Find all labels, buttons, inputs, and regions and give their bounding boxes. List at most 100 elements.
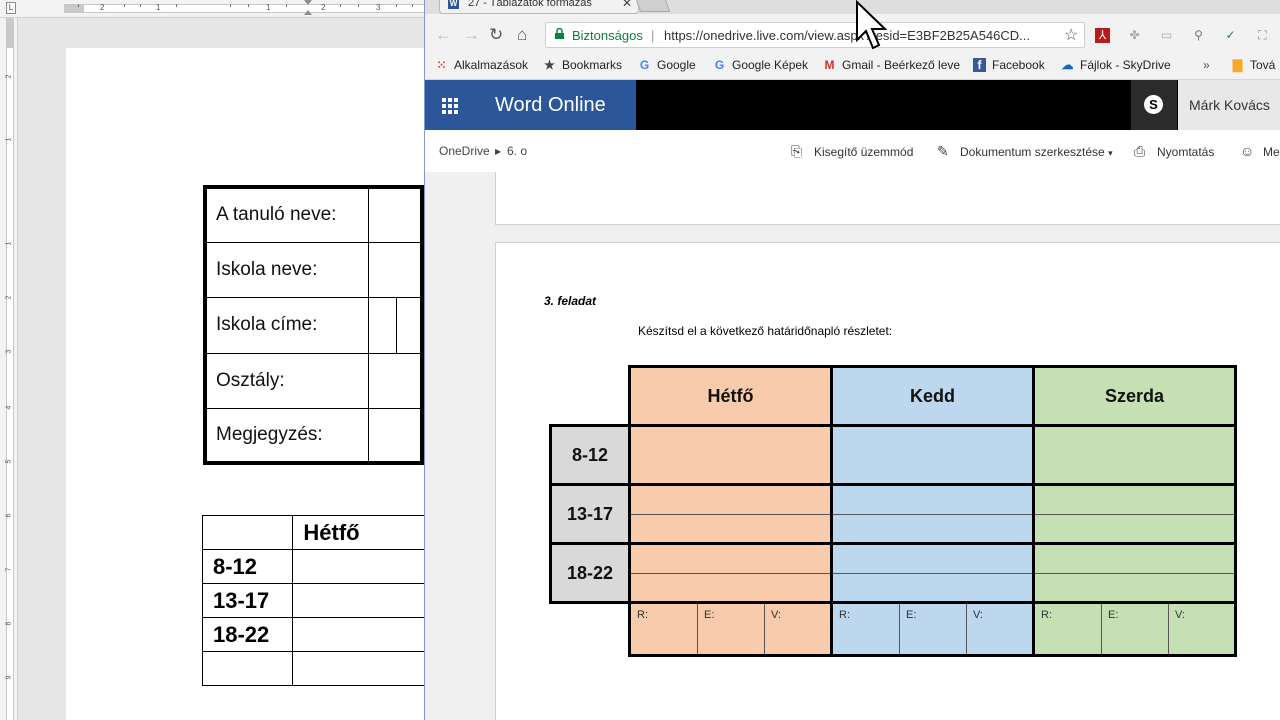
share-button[interactable]: ☺ Me	[1240, 143, 1280, 159]
pdf-extension-icon[interactable]: ⅄	[1095, 28, 1110, 43]
extension-icon[interactable]: ✤	[1127, 28, 1142, 43]
table-cell[interactable]	[292, 549, 424, 584]
waffle-dot	[454, 98, 458, 102]
review-label: V:	[973, 609, 983, 621]
back-arrow-icon[interactable]: ←	[435, 25, 452, 45]
table-cell[interactable]	[292, 651, 424, 686]
ruler-number: 8	[5, 621, 13, 626]
new-tab-button[interactable]	[633, 0, 671, 12]
table-cell-value[interactable]	[368, 186, 422, 243]
edit-document-button[interactable]: ✎ Dokumentum szerkesztése ▾	[937, 143, 1113, 160]
bookmarks-overflow-icon[interactable]: »	[1203, 58, 1210, 72]
previous-page	[495, 172, 1280, 225]
skype-button[interactable]: S	[1131, 80, 1177, 130]
indent-marker[interactable]	[304, 0, 312, 18]
bookmark-label: Bookmarks	[562, 58, 623, 72]
bookmark-folder[interactable]: ▇ Tová	[1231, 58, 1275, 72]
table-cell[interactable]	[201, 651, 294, 686]
time-slot-label: 18-22	[549, 542, 631, 604]
table-cell-label[interactable]: Iskola címe:	[204, 296, 370, 354]
forward-arrow-icon[interactable]: →	[463, 25, 480, 45]
reload-icon[interactable]: ↻	[489, 25, 503, 45]
bookmark-item[interactable]: G Google Képek	[713, 58, 808, 72]
student-info-table[interactable]: A tanuló neve: Iskola neve: Iskola címe:…	[203, 185, 424, 465]
ruler-number: 1	[156, 3, 161, 12]
table-cell[interactable]	[201, 515, 294, 550]
table-cell-time[interactable]: 13-17	[201, 583, 294, 618]
waffle-dot	[442, 104, 446, 108]
print-button[interactable]: ⎙ Nyomtatás	[1134, 143, 1214, 160]
review-cell: R: E: V:	[1032, 601, 1237, 657]
ruler-margin	[6, 18, 14, 48]
table-cell-value[interactable]	[368, 241, 422, 298]
app-name[interactable]: Word Online	[475, 80, 636, 130]
bookmark-item[interactable]: G Google	[638, 58, 696, 72]
close-tab-icon[interactable]: ✕	[622, 0, 632, 10]
bookmark-item[interactable]: M Gmail - Beérkező leve	[823, 58, 963, 72]
table-cell-value[interactable]	[368, 296, 422, 354]
table-cell-label[interactable]: Megjegyzés:	[204, 407, 370, 464]
lock-icon	[555, 28, 564, 39]
table-cell-value[interactable]	[368, 407, 422, 464]
breadcrumb-folder[interactable]: 6. o	[507, 144, 527, 158]
ruler-tick	[412, 4, 413, 7]
menu-extension-icon[interactable]: ⛶	[1255, 28, 1270, 43]
horizontal-ruler[interactable]: L 2 1 1 2 3	[0, 0, 424, 18]
user-account-button[interactable]: Márk Kovács	[1178, 80, 1280, 130]
address-bar[interactable]: Biztonságos | https://onedrive.live.com/…	[545, 22, 1085, 48]
browser-toolbar: ← → ↻ ⌂ Biztonságos | https://onedrive.l…	[425, 14, 1280, 52]
table-header-day[interactable]: Hétfő	[292, 515, 424, 550]
breadcrumb-onedrive[interactable]: OneDrive	[439, 144, 490, 158]
browser-window: W 27 - Táblázatok formázás ✕ ← → ↻ ⌂ Biz…	[424, 0, 1280, 720]
cast-icon[interactable]: ▭	[1159, 28, 1174, 43]
table-cell-time[interactable]: 8-12	[201, 549, 294, 584]
document-view-area[interactable]: 3. feladat Készítsd el a következő határ…	[425, 172, 1280, 720]
app-launcher-button[interactable]	[425, 80, 475, 130]
bookmark-item[interactable]: ☁ Fájlok - SkyDrive	[1061, 58, 1171, 72]
cell-divider	[1035, 573, 1234, 574]
ruler-number: 9	[5, 675, 13, 680]
waffle-dot	[442, 98, 446, 102]
table-cell-value[interactable]	[368, 352, 422, 409]
schedule-cell	[628, 542, 833, 604]
table-cell[interactable]	[292, 583, 424, 618]
facebook-icon: f	[973, 58, 986, 72]
check-extension-icon[interactable]: ✓	[1223, 28, 1238, 43]
bookmark-label: Gmail - Beérkező leve	[842, 58, 961, 72]
hanging-indent-icon[interactable]	[304, 10, 312, 15]
bookmark-label: Fájlok - SkyDrive	[1080, 58, 1171, 72]
tab-strip: W 27 - Táblázatok formázás ✕	[425, 0, 1280, 14]
table-cell-label[interactable]: Iskola neve:	[204, 241, 370, 298]
table-cell-time[interactable]: 18-22	[201, 617, 294, 652]
word-favicon-icon: W	[448, 0, 459, 9]
bookmark-star-icon[interactable]: ☆	[1064, 25, 1078, 45]
document-page[interactable]: 3. feladat Készítsd el a következő határ…	[495, 242, 1280, 720]
google-icon: G	[639, 58, 650, 72]
bookmark-label: Facebook	[992, 58, 1045, 72]
pin-extension-icon[interactable]: ⚲	[1191, 28, 1206, 43]
tab-title: 27 - Táblázatok formázás	[468, 0, 592, 9]
ruler-tick	[140, 4, 141, 7]
vertical-ruler[interactable]: 2 1 1 2 3 4 5 6 7 8 9	[0, 18, 18, 720]
accessibility-mode-button[interactable]: ⎘ Kisegítő üzemmód	[791, 143, 913, 160]
table-row: A tanuló neve:	[204, 186, 422, 243]
ruler-tick	[358, 4, 359, 7]
table-cell[interactable]	[292, 617, 424, 652]
ruler-number: 1	[266, 3, 271, 12]
word-desktop-window: L 2 1 1 2 3 2 1 1 2 3 4 5 6 7 8 9 A tanu…	[0, 0, 424, 720]
schedule-table-draft[interactable]: Hétfő 8-12 13-17 18-22	[201, 515, 424, 686]
bookmark-item[interactable]: ★ Bookmarks	[543, 58, 622, 72]
first-line-indent-icon[interactable]	[304, 0, 312, 5]
bookmark-item[interactable]: f Facebook	[973, 58, 1045, 72]
home-icon[interactable]: ⌂	[517, 25, 527, 45]
table-cell-label[interactable]: A tanuló neve:	[204, 186, 370, 243]
review-label: R:	[631, 604, 698, 654]
browser-tab-active[interactable]: W 27 - Táblázatok formázás ✕	[439, 0, 639, 14]
tab-selector[interactable]: L	[6, 2, 16, 14]
waffle-dot	[454, 104, 458, 108]
schedule-cell	[628, 424, 833, 486]
cell-divider	[833, 514, 1032, 515]
cell-divider	[1035, 514, 1234, 515]
table-cell-label[interactable]: Osztály:	[204, 352, 370, 409]
bookmark-apps[interactable]: ⁙ Alkalmazások	[435, 58, 528, 72]
